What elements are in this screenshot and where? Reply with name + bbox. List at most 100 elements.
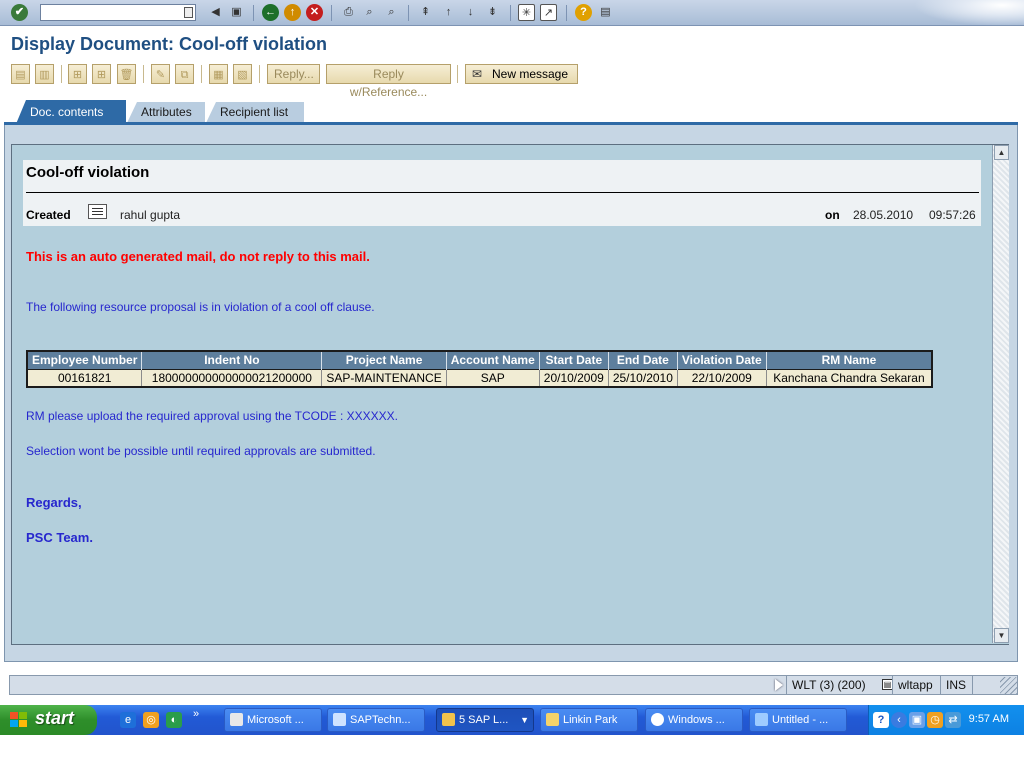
document-header: Cool-off violation Created rahul gupta o… (23, 160, 981, 226)
resource-proposal-table: Employee Number Indent No Project Name A… (26, 350, 934, 388)
tab-attributes[interactable]: Attributes (127, 102, 205, 123)
created-date: 28.05.2010 (853, 208, 914, 222)
clock-tray-icon[interactable]: ◷ (927, 712, 943, 728)
sender-details-icon[interactable] (88, 204, 107, 219)
internet-explorer-icon[interactable]: e (120, 712, 136, 728)
table-row: 00161821 180000000000000021200000 SAP-MA… (27, 368, 933, 387)
find-next-icon[interactable]: ⌕ (383, 4, 400, 21)
cancel-icon[interactable]: ✕ (306, 4, 323, 21)
tab-recipient-list[interactable]: Recipient list (206, 102, 304, 123)
command-field-history-icon[interactable] (184, 7, 193, 18)
exit-icon[interactable]: ↑ (284, 4, 301, 21)
app-icon (230, 713, 243, 726)
sap-folder-icon (442, 713, 455, 726)
network-icon[interactable]: ▣ (909, 712, 925, 728)
taskbar-button-untitled[interactable]: Untitled - ... (749, 708, 847, 732)
browser-icon (333, 713, 346, 726)
column-header: Employee Number (27, 351, 143, 369)
show-hidden-icons-icon[interactable]: ‹ (891, 712, 907, 728)
print-icon[interactable]: ⎙ (340, 4, 357, 21)
status-toggle-icon[interactable] (775, 679, 783, 691)
find-icon[interactable]: ⌕ (361, 4, 378, 21)
toolbar-separator (61, 65, 62, 83)
table-cell: 25/10/2010 (608, 368, 678, 387)
created-label: Created (26, 208, 71, 222)
system-tray: ? ‹ ▣ ◷ ⇄ 9:57 AM (868, 705, 1024, 735)
taskbar-clock[interactable]: 9:57 AM (969, 713, 1009, 725)
save-icon[interactable]: ▣ (228, 4, 245, 21)
last-page-icon[interactable]: ⇟ (484, 4, 501, 21)
previous-page-icon[interactable]: ↑ (440, 4, 457, 21)
windows-taskbar: start e ◎ ◐ » Microsoft ... SAPTechn... … (0, 705, 1024, 735)
collapse-arrow-icon[interactable]: ◀ (207, 4, 224, 21)
column-header: Project Name (321, 351, 447, 369)
attachment-icon[interactable]: ▦ (209, 64, 228, 84)
create-session-icon[interactable]: ✳ (518, 4, 535, 21)
system-toolbar: ✔ ◀ ▣ ← ↑ ✕ ⎙ ⌕ ⌕ ⇞ ↑ ↓ ⇟ ✳ ↗ ? ▤ (0, 0, 1024, 26)
upload-approval-note: RM please upload the required approval u… (26, 409, 398, 423)
export-icon[interactable]: ▧ (233, 64, 252, 84)
signature-text: PSC Team. (26, 530, 93, 545)
forward-icon[interactable]: ⊞ (68, 64, 87, 84)
quick-launch-chevron[interactable]: » (193, 708, 199, 720)
enter-checkmark-icon[interactable]: ✔ (11, 4, 28, 21)
taskbar-button-label: Microsoft ... (247, 714, 304, 726)
toolbar-separator (253, 5, 254, 21)
copy-icon[interactable]: ⧉ (175, 64, 194, 84)
reply-with-reference-button[interactable]: Reply w/Reference... (326, 64, 451, 99)
taskbar-button-saptechnical[interactable]: SAPTechn... (327, 708, 425, 732)
group-dropdown-icon: ▼ (520, 715, 529, 725)
back-icon[interactable]: ← (262, 4, 279, 21)
column-header: RM Name (766, 351, 933, 369)
help-icon[interactable]: ? (575, 4, 592, 21)
taskbar-button-windows[interactable]: Windows ... (645, 708, 743, 732)
vertical-scrollbar[interactable]: ▲ ▼ (992, 145, 1009, 643)
document-subject: Cool-off violation (26, 164, 150, 181)
selection-note: Selection wont be possible until require… (26, 444, 376, 458)
system-info-text: WLT (3) (200) (792, 678, 866, 692)
start-label: start (35, 708, 75, 728)
create-shortcut-icon[interactable]: ↗ (540, 4, 557, 21)
application-toolbar: ▤ ▥ ⊞ ⊞ 🗑 ✎ ⧉ ▦ ▧ Reply... Reply w/Refer… (0, 60, 1024, 99)
print-document-icon[interactable]: ▥ (35, 64, 54, 84)
quick-launch-icon[interactable]: ◎ (143, 712, 159, 728)
toolbar-separator (566, 5, 567, 21)
resize-grip[interactable] (1000, 677, 1018, 695)
start-button[interactable]: start (0, 705, 97, 735)
column-header: End Date (608, 351, 678, 369)
new-message-button[interactable]: ✉ New message (465, 64, 578, 84)
created-time: 09:57:26 (929, 208, 976, 222)
scroll-down-icon[interactable]: ▼ (994, 628, 1009, 643)
taskbar-button-linkin-park[interactable]: Linkin Park (540, 708, 638, 732)
table-cell: 180000000000000021200000 (141, 368, 323, 387)
document-icon[interactable]: ▤ (11, 64, 30, 84)
intro-text: The following resource proposal is in vi… (26, 300, 375, 314)
command-field[interactable] (40, 4, 196, 21)
header-divider (26, 192, 979, 193)
layout-menu-icon[interactable]: ▤ (597, 4, 614, 21)
toolbar-separator (201, 65, 202, 83)
distribute-icon[interactable]: ⊞ (92, 64, 111, 84)
reply-button[interactable]: Reply... (267, 64, 320, 84)
help-tray-icon[interactable]: ? (873, 712, 889, 728)
next-page-icon[interactable]: ↓ (462, 4, 479, 21)
status-bar: WLT (3) (200) ▤ wltapp INS (9, 675, 1018, 695)
media-player-icon[interactable]: ◐ (166, 712, 182, 728)
table-cell: 22/10/2009 (677, 368, 767, 387)
taskbar-button-sap-logon[interactable]: 5 SAP L... ▼ (436, 708, 534, 732)
first-page-icon[interactable]: ⇞ (417, 4, 434, 21)
toolbar-separator (408, 5, 409, 21)
taskbar-button-microsoft[interactable]: Microsoft ... (224, 708, 322, 732)
table-cell: SAP (446, 368, 540, 387)
scroll-up-icon[interactable]: ▲ (994, 145, 1009, 160)
edit-pencil-icon[interactable]: ✎ (151, 64, 170, 84)
tab-doc-contents[interactable]: Doc. contents (16, 100, 126, 124)
column-header: Account Name (446, 351, 540, 369)
taskbar-button-label: 5 SAP L... (459, 714, 509, 726)
delete-icon[interactable]: 🗑 (117, 64, 136, 84)
on-label: on (825, 208, 840, 222)
toolbar-separator (510, 5, 511, 21)
connection-icon[interactable]: ⇄ (945, 712, 961, 728)
taskbar-button-label: Windows ... (668, 714, 725, 726)
page-title: Display Document: Cool-off violation (11, 34, 328, 54)
